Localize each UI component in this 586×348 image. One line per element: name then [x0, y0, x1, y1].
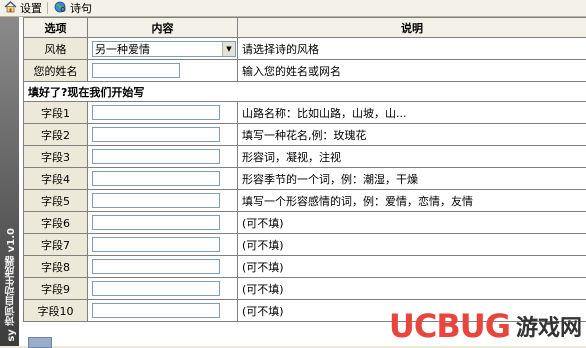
field-input[interactable] — [92, 171, 220, 186]
field-row: 字段5 填写一个形容感情的词，例：爱情，恋情，友情 — [24, 190, 586, 212]
field-cell — [88, 190, 238, 212]
settings-label: 设置 — [20, 0, 42, 16]
field-input[interactable] — [92, 215, 220, 230]
field-row: 字段3 形容词，凝视，注视 — [24, 146, 586, 168]
table-header-row: 选项 内容 说明 — [24, 18, 586, 38]
style-label: 风格 — [24, 38, 88, 60]
field-row: 字段6 (可不填) — [24, 212, 586, 234]
field-input[interactable] — [92, 105, 220, 120]
field-row: 字段7 (可不填) — [24, 234, 586, 256]
field-description: (可不填) — [238, 212, 586, 234]
field-input[interactable] — [92, 127, 220, 142]
field-description: 填写一个形容感情的词，例：爱情，恋情，友情 — [238, 190, 586, 212]
watermark-site: 游戏网 — [516, 310, 582, 342]
field-input[interactable] — [92, 281, 220, 296]
poem-button[interactable]: 诗句 — [50, 0, 95, 16]
name-input[interactable] — [92, 63, 180, 78]
field-row: 字段8 (可不填) — [24, 256, 586, 278]
field-label: 字段7 — [24, 234, 88, 256]
section-title: 填好了?现在我们开始写 — [24, 82, 586, 102]
field-cell — [88, 234, 238, 256]
field-cell — [88, 168, 238, 190]
field-label: 字段8 — [24, 256, 88, 278]
column-header-description: 说明 — [238, 18, 586, 38]
field-description: (可不填) — [238, 234, 586, 256]
field-label: 字段9 — [24, 278, 88, 300]
name-label: 您的姓名 — [24, 60, 88, 82]
chevron-down-icon[interactable]: ▼ — [222, 42, 235, 56]
field-cell — [88, 300, 238, 322]
field-cell — [88, 256, 238, 278]
field-description: (可不填) — [238, 278, 586, 300]
field-row: 字段9 (可不填) — [24, 278, 586, 300]
field-input[interactable] — [92, 149, 220, 164]
field-label: 字段2 — [24, 124, 88, 146]
search-globe-icon — [54, 1, 67, 16]
field-label: 字段6 — [24, 212, 88, 234]
column-header-option: 选项 — [24, 18, 88, 38]
sidebar-title: sy 诗词自动生成器 v1.0 — [4, 228, 19, 342]
field-input[interactable] — [92, 303, 220, 318]
field-input[interactable] — [92, 259, 220, 274]
field-row: 字段2 填写一种花名,例：玫瑰花 — [24, 124, 586, 146]
poem-form-table: 选项 内容 说明 风格 另一种爱情 ▼ 请选择诗的风格 您的姓名 输入您的姓名或… — [23, 17, 586, 322]
taskbar-icon[interactable] — [28, 337, 52, 348]
field-label: 字段1 — [24, 102, 88, 124]
field-label: 字段10 — [24, 300, 88, 322]
field-description: 形容词，凝视，注视 — [238, 146, 586, 168]
name-cell — [88, 60, 238, 82]
settings-button[interactable]: 设置 — [0, 0, 45, 16]
style-row: 风格 另一种爱情 ▼ 请选择诗的风格 — [24, 38, 586, 60]
column-header-content: 内容 — [88, 18, 238, 38]
toolbar-divider — [47, 2, 48, 14]
field-cell — [88, 124, 238, 146]
watermark-logo: UCBUG 游戏网 — [389, 307, 582, 345]
poem-label: 诗句 — [70, 0, 92, 16]
field-description: (可不填) — [238, 256, 586, 278]
name-row: 您的姓名 输入您的姓名或网名 — [24, 60, 586, 82]
home-icon — [4, 1, 17, 16]
field-label: 字段5 — [24, 190, 88, 212]
name-description: 输入您的姓名或网名 — [238, 60, 586, 82]
style-description: 请选择诗的风格 — [238, 38, 586, 60]
watermark-brand: UCBUG — [389, 307, 510, 345]
field-row: 字段1 山路名称：比如山路，山坡，山... — [24, 102, 586, 124]
field-description: 山路名称：比如山路，山坡，山... — [238, 102, 586, 124]
style-select[interactable]: 另一种爱情 ▼ — [92, 41, 236, 57]
form-panel: 选项 内容 说明 风格 另一种爱情 ▼ 请选择诗的风格 您的姓名 输入您的姓名或… — [19, 17, 586, 346]
field-cell — [88, 278, 238, 300]
field-cell — [88, 102, 238, 124]
field-rows: 字段1 山路名称：比如山路，山坡，山... 字段2 填写一种花名,例：玫瑰花字段3 形容… — [24, 102, 586, 322]
section-row: 填好了?现在我们开始写 — [24, 82, 586, 102]
field-input[interactable] — [92, 193, 220, 208]
field-input[interactable] — [92, 237, 220, 252]
field-cell — [88, 146, 238, 168]
app-sidebar-banner: sy 诗词自动生成器 v1.0 — [0, 17, 19, 346]
field-description: 形容季节的一个词，例：潮湿，干燥 — [238, 168, 586, 190]
field-row: 字段4 形容季节的一个词，例：潮湿，干燥 — [24, 168, 586, 190]
toolbar: 设置 诗句 — [0, 0, 586, 17]
field-label: 字段3 — [24, 146, 88, 168]
field-label: 字段4 — [24, 168, 88, 190]
field-cell — [88, 212, 238, 234]
style-select-value: 另一种爱情 — [95, 41, 150, 57]
style-cell: 另一种爱情 ▼ — [88, 38, 238, 60]
field-description: 填写一种花名,例：玫瑰花 — [238, 124, 586, 146]
